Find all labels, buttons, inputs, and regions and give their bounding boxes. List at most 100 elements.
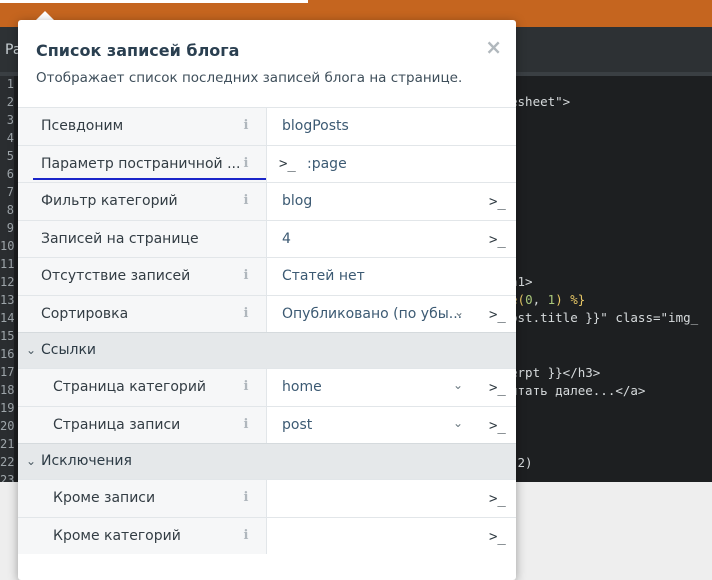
- property-label: Псевдоним: [41, 118, 124, 134]
- post-page-select[interactable]: post ⌄ >_: [266, 406, 516, 443]
- property-label: Фильтр категорий: [41, 193, 178, 209]
- line-number: 12: [0, 275, 15, 289]
- property-value: home: [282, 379, 322, 395]
- line-number: 4: [6, 131, 14, 145]
- property-label: Параметр постраничной ...: [41, 155, 241, 172]
- terminal-icon[interactable]: >_: [489, 194, 506, 210]
- property-label: Страница категорий: [53, 379, 207, 395]
- line-number: 11: [0, 257, 15, 271]
- property-row-category-filter: Фильтр категорий i blog >_: [18, 182, 516, 220]
- property-value-field[interactable]: 4 >_: [266, 220, 516, 257]
- code-line: erpt }}</h3>: [510, 365, 601, 380]
- info-icon[interactable]: i: [242, 379, 250, 394]
- property-value: post: [282, 416, 313, 433]
- info-icon[interactable]: i: [242, 156, 250, 171]
- property-label: Сортировка: [41, 305, 129, 322]
- line-number: 20: [0, 419, 15, 433]
- info-icon[interactable]: i: [242, 417, 250, 432]
- terminal-icon[interactable]: >_: [489, 529, 506, 545]
- property-value-field[interactable]: >_ :page: [266, 145, 516, 182]
- line-number-gutter: 1 2 3 4 5 6 7 8 9 10 11 12 13 14 15 16 1…: [0, 76, 15, 486]
- terminal-icon[interactable]: >_: [489, 418, 506, 434]
- category-page-select[interactable]: home ⌄ >_: [266, 369, 516, 406]
- line-number: 8: [6, 203, 14, 217]
- line-number: 21: [0, 437, 15, 451]
- line-number: 10: [0, 239, 15, 253]
- code-token: ) %}: [555, 292, 586, 307]
- code-line: e(0, 1) %}: [510, 292, 585, 307]
- property-value-field[interactable]: Статей нет: [266, 258, 516, 295]
- line-number: 15: [0, 329, 15, 343]
- code-token: ,: [532, 292, 548, 307]
- property-value: :page: [307, 155, 347, 172]
- info-icon[interactable]: i: [242, 193, 250, 208]
- group-header-exclusions[interactable]: ⌄ Исключения: [18, 443, 516, 479]
- property-row-no-posts: Отсутствие записей i Статей нет: [18, 257, 516, 295]
- property-row-post-page: Страница записи i post ⌄ >_: [18, 405, 516, 443]
- property-value-field[interactable]: >_: [266, 480, 516, 517]
- chevron-down-icon[interactable]: ⌄: [454, 305, 464, 319]
- sort-select[interactable]: Опубликовано (по убы... ⌄ >_: [266, 295, 516, 332]
- line-number: 16: [0, 347, 15, 361]
- top-bar-tab-edge: [0, 0, 308, 3]
- property-row-category-page: Страница категорий i home ⌄ >_: [18, 368, 516, 406]
- close-button[interactable]: ×: [485, 37, 502, 57]
- line-number: 22: [0, 455, 15, 469]
- line-number: 1: [6, 77, 14, 91]
- property-label: Записей на странице: [41, 230, 199, 247]
- active-underline: [33, 178, 266, 180]
- terminal-icon[interactable]: >_: [489, 380, 506, 396]
- property-value-field[interactable]: >_: [266, 517, 516, 554]
- property-row-alias: Псевдоним i blogPosts: [18, 107, 516, 145]
- line-number: 6: [6, 167, 14, 181]
- property-row-page-param: Параметр постраничной ... i >_ :page: [18, 144, 516, 182]
- line-number: 5: [6, 149, 14, 163]
- chevron-down-icon: ⌄: [26, 343, 37, 357]
- line-number: 14: [0, 311, 15, 325]
- property-list: Псевдоним i blogPosts Параметр постраничн…: [18, 107, 516, 554]
- property-row-except-post: Кроме записи i >_: [18, 479, 516, 517]
- terminal-icon[interactable]: >_: [489, 232, 506, 248]
- chevron-down-icon[interactable]: ⌄: [453, 416, 463, 430]
- property-value: blogPosts: [282, 118, 349, 134]
- line-number: 3: [6, 113, 14, 127]
- group-title: Ссылки: [41, 342, 97, 358]
- property-row-sort: Сортировка i Опубликовано (по убы... ⌄ >_: [18, 294, 516, 332]
- property-value: blog: [282, 193, 313, 209]
- info-icon[interactable]: i: [242, 118, 250, 133]
- info-icon[interactable]: i: [242, 268, 250, 283]
- property-value: Статей нет: [282, 268, 365, 284]
- info-icon[interactable]: i: [242, 306, 250, 321]
- code-line: итать далее...</a>: [510, 383, 646, 398]
- code-token: 0: [525, 292, 533, 307]
- line-number: 7: [6, 185, 14, 199]
- code-line: ost.title }}" class="img_: [510, 310, 699, 325]
- property-label: Кроме категорий: [53, 527, 181, 544]
- property-value-field[interactable]: blog >_: [266, 183, 516, 220]
- property-value: 4: [282, 230, 291, 247]
- line-number: 17: [0, 365, 15, 379]
- line-number: 2: [6, 95, 14, 109]
- group-header-links[interactable]: ⌄ Ссылки: [18, 332, 516, 368]
- property-label: Кроме записи: [53, 490, 156, 506]
- code-line: esheet">: [510, 94, 571, 109]
- info-icon[interactable]: i: [242, 528, 250, 543]
- chevron-down-icon[interactable]: ⌄: [453, 378, 463, 392]
- terminal-icon[interactable]: >_: [279, 156, 296, 172]
- line-number: 18: [0, 383, 15, 397]
- property-label: Отсутствие записей: [41, 268, 191, 284]
- property-value: Опубликовано (по убы...: [282, 305, 463, 322]
- property-row-except-categories: Кроме категорий i >_: [18, 516, 516, 554]
- group-title: Исключения: [41, 453, 132, 469]
- component-inspector-popup: Список записей блога × Отображает список…: [18, 20, 516, 580]
- property-value-field[interactable]: blogPosts: [266, 108, 516, 145]
- popup-description: Отображает список последних записей блог…: [36, 70, 463, 86]
- popup-pointer: [36, 11, 54, 20]
- property-row-posts-per-page: Записей на странице 4 >_: [18, 219, 516, 257]
- line-number: 19: [0, 401, 15, 415]
- line-number: 9: [6, 221, 14, 235]
- info-icon[interactable]: i: [242, 490, 250, 505]
- property-label: Страница записи: [53, 416, 181, 433]
- terminal-icon[interactable]: >_: [489, 491, 506, 507]
- terminal-icon[interactable]: >_: [489, 307, 506, 323]
